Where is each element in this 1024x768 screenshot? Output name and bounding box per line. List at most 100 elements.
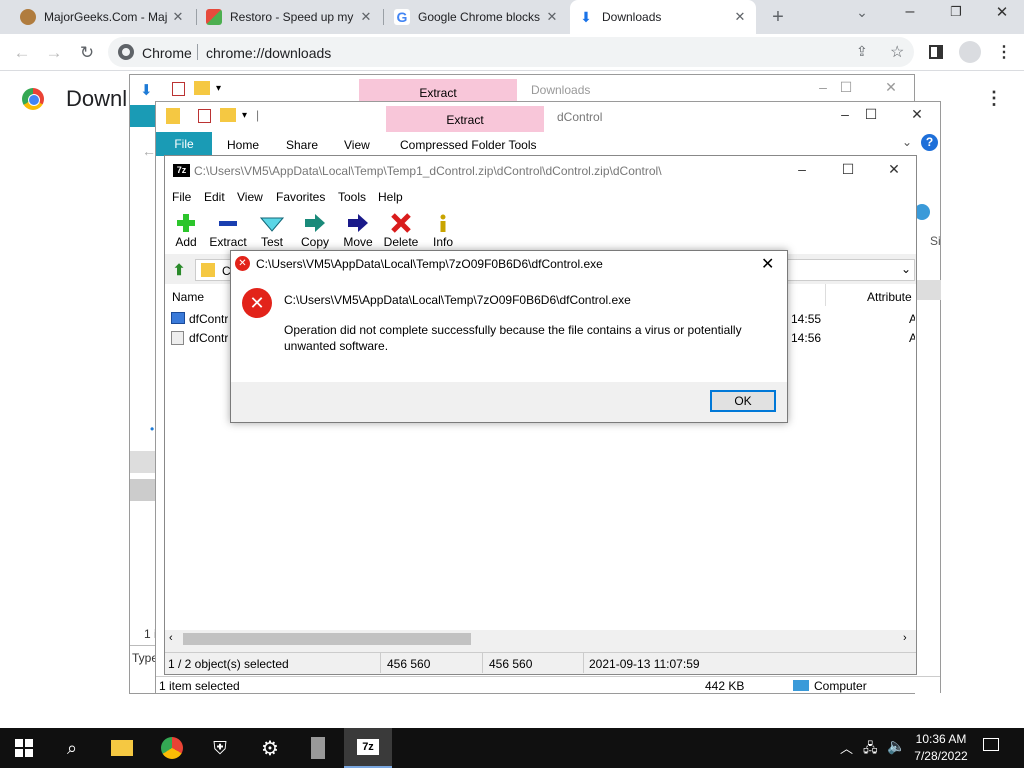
test-button[interactable]: Test <box>251 213 293 249</box>
close-tab-icon[interactable]: ✕ <box>544 9 560 25</box>
extract-button[interactable]: Extract <box>207 213 249 249</box>
volume-icon[interactable]: 🔈 <box>887 737 906 755</box>
omnibox[interactable]: Chrome chrome://downloads ⇪ ☆ <box>108 37 914 67</box>
quick-access-dropdown-icon[interactable]: ▾ <box>242 110 247 121</box>
properties-icon[interactable] <box>198 109 211 123</box>
reload-icon[interactable]: ↻ <box>76 42 98 64</box>
majorgeeks-favicon-icon <box>20 9 36 25</box>
close-window-button[interactable]: ✕ <box>990 3 1014 21</box>
ok-button[interactable]: OK <box>710 390 776 412</box>
status-location: Computer <box>814 679 867 693</box>
tab-view[interactable]: View <box>344 138 370 152</box>
status-size: 456 560 <box>387 657 431 671</box>
restore-button[interactable]: ❐ <box>944 4 968 20</box>
share-icon[interactable]: ⇪ <box>856 43 868 60</box>
ribbon-extract-tab[interactable]: Extract <box>386 106 544 132</box>
scroll-left-icon[interactable]: ‹ <box>169 632 173 644</box>
scrollbar-thumb[interactable] <box>183 633 471 645</box>
start-button[interactable] <box>0 728 48 768</box>
tab-downloads[interactable]: ⬇ Downloads ✕ <box>570 0 756 34</box>
chrome-icon <box>118 44 134 60</box>
tab-google[interactable]: G Google Chrome blocks ✕ <box>386 0 568 34</box>
quick-access-dropdown-icon[interactable]: ▾ <box>216 83 221 94</box>
windows-taskbar: ⌕ ⛨ ⚙ 7z ︿ 🖧 🔈 10:36 AM 7/28/2022 <box>0 728 1024 768</box>
clock-date[interactable]: 7/28/2022 <box>913 749 969 763</box>
info-button[interactable]: Info <box>422 213 464 249</box>
scroll-right-icon[interactable]: › <box>903 632 907 644</box>
add-button[interactable]: Add <box>165 213 207 249</box>
close-button[interactable]: ✕ <box>868 79 914 96</box>
search-icon[interactable]: ⌕ <box>48 728 96 768</box>
7zip-taskbar-button[interactable]: 7z <box>344 728 392 768</box>
new-tab-button[interactable]: + <box>766 5 790 29</box>
status-selected: 1 item selected <box>159 679 240 693</box>
settings-taskbar-button[interactable]: ⚙ <box>246 728 294 768</box>
minimize-button[interactable]: – <box>779 161 825 177</box>
extract-icon <box>219 221 237 226</box>
chrome-menu-icon[interactable]: ⋮ <box>996 42 1012 62</box>
tab-majorgeeks[interactable]: MajorGeeks.Com - Maj ✕ <box>12 0 194 34</box>
forward-icon[interactable]: → <box>43 42 65 64</box>
column-attributes-header[interactable]: Attribute <box>867 290 912 304</box>
horizontal-scrollbar[interactable]: ‹ › <box>165 630 916 648</box>
computer-icon <box>793 680 809 691</box>
tab-home[interactable]: Home <box>227 138 259 152</box>
column-name-header[interactable]: Name <box>172 290 204 304</box>
copy-button[interactable]: Copy <box>294 213 336 249</box>
omnibox-divider <box>197 44 198 60</box>
move-label: Move <box>343 235 373 249</box>
back-arrow-icon[interactable]: ← <box>142 143 156 159</box>
extract-label: Extract <box>209 235 247 249</box>
close-button[interactable]: ✕ <box>894 106 940 123</box>
bookmark-star-icon[interactable]: ☆ <box>890 42 904 62</box>
notifications-icon[interactable] <box>983 738 999 751</box>
new-folder-icon[interactable] <box>220 108 236 122</box>
maximize-button[interactable]: ☐ <box>823 79 869 96</box>
close-tab-icon[interactable]: ✕ <box>170 9 186 25</box>
up-folder-icon[interactable]: ⬆ <box>170 261 188 279</box>
close-tab-icon[interactable]: ✕ <box>358 9 374 25</box>
tab-compressed-folder-tools[interactable]: Compressed Folder Tools <box>400 138 537 152</box>
address-dropdown-icon[interactable]: ⌄ <box>901 262 911 276</box>
ribbon-expand-icon[interactable]: ⌄ <box>902 135 912 149</box>
dialog-close-button[interactable]: ✕ <box>761 254 774 274</box>
menu-edit[interactable]: Edit <box>204 190 225 204</box>
ribbon-extract-label: Extract <box>419 86 457 100</box>
move-button[interactable]: Move <box>337 213 379 249</box>
download-arrow-icon: ⬇ <box>140 82 153 99</box>
folder-icon <box>194 81 210 95</box>
status-modified: 2021-09-13 11:07:59 <box>589 657 700 671</box>
column-divider <box>825 284 826 306</box>
security-taskbar-button[interactable]: ⛨ <box>196 728 244 768</box>
side-panel-icon[interactable] <box>929 45 943 59</box>
show-hidden-icons-icon[interactable]: ︿ <box>840 738 853 757</box>
tab-file[interactable]: File <box>156 132 212 156</box>
menu-file[interactable]: File <box>172 190 191 204</box>
menu-tools[interactable]: Tools <box>338 190 366 204</box>
maximize-button[interactable]: ☐ <box>825 161 871 178</box>
menu-favorites[interactable]: Favorites <box>276 190 325 204</box>
help-icon[interactable]: ? <box>921 134 938 151</box>
network-icon[interactable]: 🖧 <box>863 739 878 761</box>
move-icon <box>348 214 368 232</box>
maximize-button[interactable]: ☐ <box>848 106 894 123</box>
menu-help[interactable]: Help <box>378 190 403 204</box>
delete-button[interactable]: Delete <box>380 213 422 249</box>
downloads-menu-icon[interactable]: ⋮ <box>985 88 1003 109</box>
menu-view[interactable]: View <box>237 190 263 204</box>
back-icon[interactable]: ← <box>11 42 33 64</box>
status-divider <box>583 653 584 673</box>
profile-avatar-icon[interactable] <box>959 41 981 63</box>
app-taskbar-button[interactable] <box>294 728 342 768</box>
clock-time[interactable]: 10:36 AM <box>913 732 969 746</box>
tab-restoro[interactable]: Restoro - Speed up my ✕ <box>198 0 382 34</box>
properties-icon[interactable] <box>172 82 185 96</box>
close-tab-icon[interactable]: ✕ <box>732 9 748 25</box>
minimize-button[interactable]: – <box>898 3 922 21</box>
delete-icon <box>391 213 411 233</box>
chrome-taskbar-button[interactable] <box>148 728 196 768</box>
file-explorer-taskbar-button[interactable] <box>98 728 146 768</box>
tab-share[interactable]: Share <box>286 138 318 152</box>
close-button[interactable]: ✕ <box>871 161 917 178</box>
tab-search-icon[interactable]: ⌄ <box>850 4 874 21</box>
